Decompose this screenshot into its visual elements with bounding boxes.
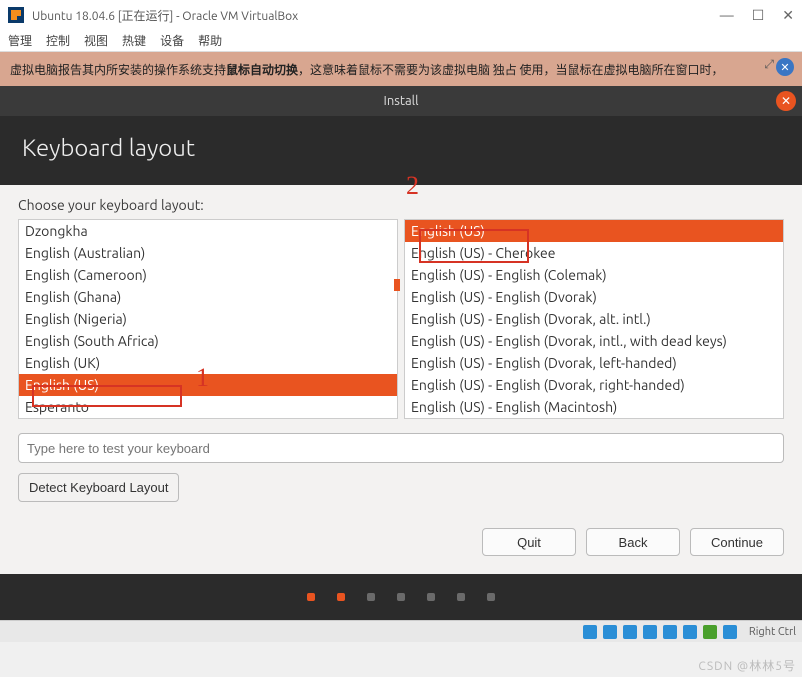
nav-button-row: Quit Back Continue [18, 528, 784, 556]
annotation-2: 2 [406, 171, 419, 201]
list-item[interactable]: English (Nigeria) [19, 308, 397, 330]
status-net-icon[interactable] [623, 625, 637, 639]
status-cd-icon[interactable] [603, 625, 617, 639]
annotation-1: 1 [196, 363, 209, 393]
maximize-button[interactable]: ☐ [752, 7, 765, 24]
list-item[interactable]: English (Ghana) [19, 286, 397, 308]
virtualbox-menubar: 管理 控制 视图 热键 设备 帮助 [0, 30, 802, 52]
list-item[interactable]: English (US) - English (Dvorak, right-ha… [405, 374, 783, 396]
dot-7 [487, 593, 495, 601]
list-item[interactable]: English (South Africa) [19, 330, 397, 352]
list-item[interactable]: English (Australian) [19, 242, 397, 264]
test-keyboard-input[interactable] [18, 433, 784, 463]
list-item[interactable]: Esperanto [19, 396, 397, 418]
menu-manage[interactable]: 管理 [8, 32, 32, 49]
layout-variant-list[interactable]: English (US)English (US) - CherokeeEngli… [404, 219, 784, 419]
back-button[interactable]: Back [586, 528, 680, 556]
notice-minimize-icon[interactable]: ⤢ [764, 58, 774, 72]
virtualbox-titlebar: Ubuntu 18.04.6 [正在运行] - Oracle VM Virtua… [0, 0, 802, 30]
list-item[interactable]: English (US) - English (Dvorak) [405, 286, 783, 308]
menu-hotkey[interactable]: 热键 [122, 32, 146, 49]
dot-4 [397, 593, 405, 601]
status-mouse-icon[interactable] [723, 625, 737, 639]
install-window: Install ✕ Keyboard layout S Choose your … [0, 86, 802, 620]
list-item[interactable]: English (US) - Cherokee [405, 242, 783, 264]
notice-close-icon[interactable]: ✕ [776, 58, 794, 76]
list-item[interactable]: English (US) [405, 220, 783, 242]
install-title: Install [384, 94, 419, 108]
virtualbox-logo-icon [8, 7, 24, 23]
quit-button[interactable]: Quit [482, 528, 576, 556]
list-item[interactable]: English (US) - English (Dvorak, left-han… [405, 352, 783, 374]
vb-window-title: Ubuntu 18.04.6 [正在运行] - Oracle VM Virtua… [32, 7, 720, 24]
list-item[interactable]: English (US) - English (Colemak) [405, 264, 783, 286]
list-item[interactable]: English (US) - English (Dvorak, alt. int… [405, 308, 783, 330]
dot-3 [367, 593, 375, 601]
notice-post: ，这意味着鼠标不需要为该虚拟电脑 独占 使用，当鼠标在虚拟电脑所在窗口时， [298, 61, 724, 78]
menu-control[interactable]: 控制 [46, 32, 70, 49]
keyboard-layout-heading: Keyboard layout [0, 116, 802, 185]
status-hdd-icon[interactable] [583, 625, 597, 639]
dot-1 [307, 593, 315, 601]
menu-view[interactable]: 视图 [84, 32, 108, 49]
virtualbox-statusbar: Right Ctrl [0, 620, 802, 642]
progress-dots [0, 574, 802, 620]
notice-bold: 鼠标自动切换 [226, 61, 298, 78]
status-usb-icon[interactable] [643, 625, 657, 639]
watermark: CSDN @林林5号 [698, 657, 796, 674]
dot-6 [457, 593, 465, 601]
layout-lists: DzongkhaEnglish (Australian)English (Cam… [18, 219, 784, 419]
install-titlebar: Install ✕ [0, 86, 802, 116]
list-item[interactable]: English (Cameroon) [19, 264, 397, 286]
continue-button[interactable]: Continue [690, 528, 784, 556]
status-shared-icon[interactable] [663, 625, 677, 639]
host-key-label: Right Ctrl [749, 626, 796, 638]
close-button[interactable]: ✕ [782, 7, 794, 24]
menu-devices[interactable]: 设备 [160, 32, 184, 49]
keyboard-layout-panel: Choose your keyboard layout: 2 DzongkhaE… [0, 185, 802, 574]
choose-label: Choose your keyboard layout: [18, 197, 784, 213]
list-item[interactable]: English (US) - English (Dvorak, intl., w… [405, 330, 783, 352]
status-record-icon[interactable] [703, 625, 717, 639]
dot-2 [337, 593, 345, 601]
mouse-capture-notice: 虚拟电脑报告其内所安装的操作系统支持 鼠标自动切换 ，这意味着鼠标不需要为该虚拟… [0, 52, 802, 86]
left-scroll-thumb[interactable] [394, 279, 400, 291]
menu-help[interactable]: 帮助 [198, 32, 222, 49]
list-item[interactable]: Dzongkha [19, 220, 397, 242]
dot-5 [427, 593, 435, 601]
detect-keyboard-button[interactable]: Detect Keyboard Layout [18, 473, 179, 502]
list-item[interactable]: English (US) - English (Macintosh) [405, 396, 783, 418]
minimize-button[interactable]: — [720, 7, 734, 24]
install-close-icon[interactable]: ✕ [776, 91, 796, 111]
notice-pre: 虚拟电脑报告其内所安装的操作系统支持 [10, 61, 226, 78]
status-display-icon[interactable] [683, 625, 697, 639]
